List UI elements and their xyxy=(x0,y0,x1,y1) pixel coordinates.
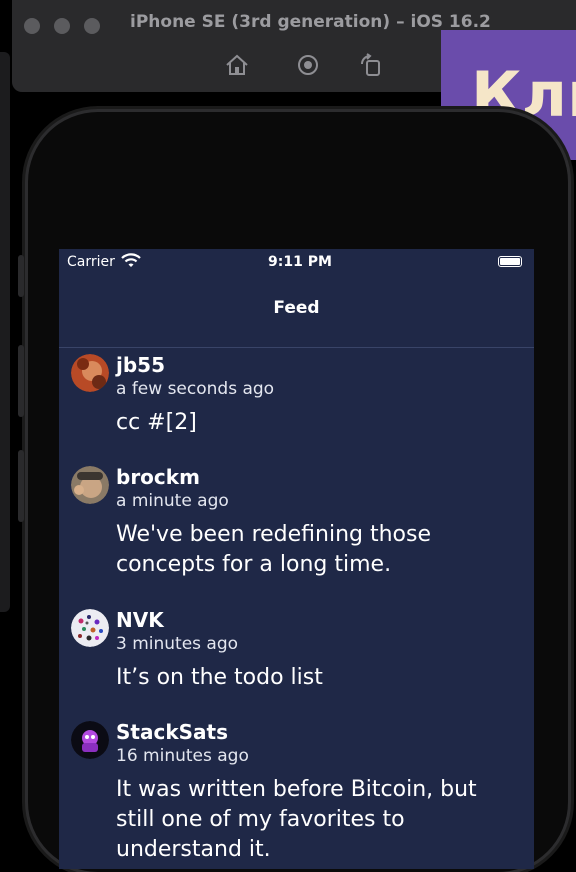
simulator-title: iPhone SE (3rd generation) – iOS 16.2 xyxy=(130,12,491,32)
feed-post[interactable]: NVK 3 minutes ago It’s on the todo list xyxy=(59,603,534,715)
avatar[interactable] xyxy=(71,466,109,504)
post-content: We've been redefining those concepts for… xyxy=(116,522,432,577)
post-content: It’s on the todo list xyxy=(116,665,323,690)
mute-switch xyxy=(18,255,24,297)
post-content: It was written before Bitcoin, but still… xyxy=(116,777,477,862)
wifi-icon xyxy=(121,253,141,267)
home-icon[interactable] xyxy=(224,52,250,78)
avatar[interactable] xyxy=(71,354,109,392)
nav-title: Feed xyxy=(273,298,320,318)
battery-icon xyxy=(498,256,522,267)
post-timestamp: a few seconds ago xyxy=(116,379,275,399)
close-window-button[interactable] xyxy=(24,18,40,34)
status-time: 9:11 PM xyxy=(268,254,332,270)
rotate-icon[interactable] xyxy=(358,52,384,78)
zoom-window-button[interactable] xyxy=(84,18,100,34)
feed-post[interactable]: jb55 a few seconds ago cc #[2] xyxy=(59,348,534,460)
post-author[interactable]: StackSats xyxy=(116,715,514,745)
post-timestamp: 16 minutes ago xyxy=(116,746,249,766)
post-author[interactable]: jb55 xyxy=(116,348,514,378)
avatar[interactable] xyxy=(71,609,109,647)
feed-post[interactable]: brockm a minute ago We've been redefinin… xyxy=(59,460,534,603)
feed-post[interactable]: StackSats 16 minutes ago It was written … xyxy=(59,715,534,869)
status-bar: Carrier 9:11 PM xyxy=(59,249,534,277)
adjacent-window-edge xyxy=(0,52,10,612)
screenshot-icon[interactable] xyxy=(295,52,321,78)
post-timestamp: 3 minutes ago xyxy=(116,634,239,654)
minimize-window-button[interactable] xyxy=(54,18,70,34)
app-screen: Carrier 9:11 PM Feed jb55 a few seconds … xyxy=(59,249,534,869)
post-content: cc #[2] xyxy=(116,410,197,435)
volume-down-button xyxy=(18,450,24,522)
post-author[interactable]: NVK xyxy=(116,603,514,633)
feed-list[interactable]: jb55 a few seconds ago cc #[2] brockm a … xyxy=(59,348,534,869)
carrier-label: Carrier xyxy=(67,254,115,270)
post-timestamp: a minute ago xyxy=(116,491,229,511)
avatar[interactable] xyxy=(71,721,109,759)
post-author[interactable]: brockm xyxy=(116,460,514,490)
volume-up-button xyxy=(18,345,24,417)
navigation-bar: Feed xyxy=(59,277,534,348)
